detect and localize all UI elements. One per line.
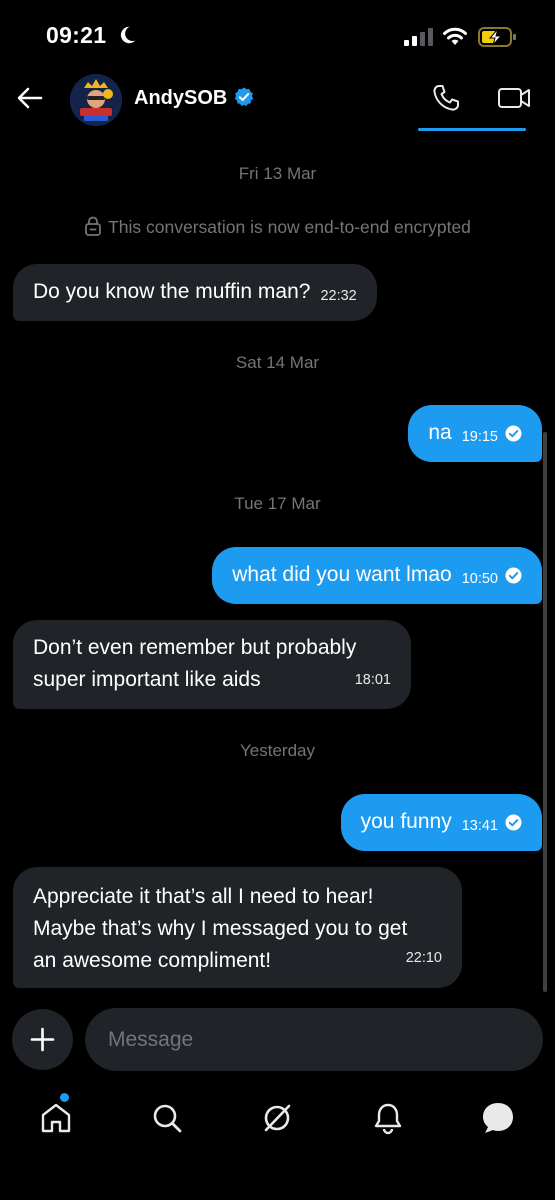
scrollbar[interactable] (543, 432, 547, 992)
status-time: 09:21 (46, 22, 107, 48)
message-text: you funny (360, 810, 452, 833)
status-bar: 09:21 (0, 0, 555, 70)
plus-icon (30, 1027, 55, 1052)
message-time: 22:32 (320, 288, 357, 304)
wifi-icon (443, 27, 467, 45)
message-time: 10:50 (461, 571, 498, 587)
add-attachment-button[interactable] (12, 1009, 73, 1070)
message-text: Maybe that’s why I messaged you to get (33, 917, 408, 940)
video-call-icon[interactable] (497, 82, 531, 114)
date-separator: Tue 17 Mar (234, 494, 321, 513)
message-bubble-outgoing[interactable]: you funny 13:41 (340, 794, 542, 851)
read-receipt-icon (505, 425, 522, 442)
home-icon[interactable] (38, 1100, 74, 1136)
message-text: Do you know the muffin man? (33, 280, 311, 303)
message-bubble-incoming[interactable]: Do you know the muffin man? 22:32 (13, 264, 377, 321)
moon-icon (120, 26, 136, 44)
message-bubble-outgoing[interactable]: what did you want lmao 10:50 (212, 547, 542, 604)
date-separator: Sat 14 Mar (235, 353, 320, 372)
lock-icon (85, 216, 101, 236)
message-time: 13:41 (461, 818, 498, 834)
encryption-notice: This conversation is now end-to-end encr… (0, 216, 555, 238)
header-scroll-indicator (418, 128, 526, 131)
date-separator: Fri 13 Mar (238, 164, 317, 183)
message-time: 18:01 (354, 672, 391, 688)
message-bubble-outgoing[interactable]: na 19:15 (408, 405, 542, 462)
message-text: what did you want lmao (232, 563, 452, 586)
verified-badge-icon (234, 87, 254, 107)
messages-icon[interactable] (480, 1100, 516, 1136)
battery-charging-icon (478, 27, 516, 47)
message-time: 19:15 (461, 429, 498, 445)
notifications-icon[interactable] (370, 1100, 406, 1136)
read-receipt-icon (505, 567, 522, 584)
avatar[interactable] (70, 74, 122, 126)
message-bubble-incoming[interactable]: Appreciate it that’s all I need to hear!… (13, 867, 462, 988)
grok-icon[interactable] (259, 1100, 295, 1136)
contact-name[interactable]: AndySOB (134, 87, 227, 110)
conversation-header: AndySOB (0, 70, 555, 131)
message-text: an awesome compliment! (33, 949, 272, 972)
message-text: super important like aids (33, 668, 261, 691)
encryption-notice-text: This conversation is now end-to-end encr… (108, 217, 471, 237)
message-text: Don’t even remember but probably (33, 636, 357, 659)
message-bubble-incoming[interactable]: Don’t even remember but probably super i… (13, 620, 411, 709)
date-separator: Yesterday (240, 741, 315, 760)
notification-dot (60, 1093, 69, 1102)
read-receipt-icon (505, 814, 522, 831)
bottom-nav (0, 1090, 555, 1150)
message-text: Appreciate it that’s all I need to hear! (33, 885, 374, 908)
message-input[interactable] (85, 1008, 543, 1071)
message-time: 22:10 (405, 950, 442, 966)
search-icon[interactable] (149, 1100, 185, 1136)
message-text: na (428, 421, 452, 444)
back-arrow-icon[interactable] (14, 82, 46, 114)
cellular-signal-icon (404, 28, 433, 46)
phone-call-icon[interactable] (430, 82, 462, 114)
